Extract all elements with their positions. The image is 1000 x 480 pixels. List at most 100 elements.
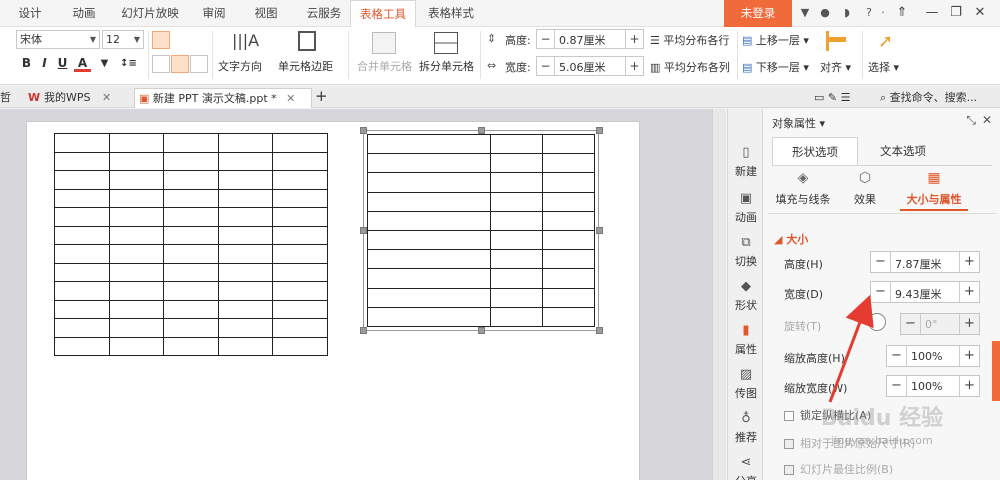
send-backward-button[interactable]: ▤ 下移一层 ▾ <box>742 59 809 75</box>
width-value[interactable]: 9.43厘米 <box>895 286 942 302</box>
panel-title[interactable]: 对象属性 ▾ <box>772 115 825 131</box>
line-spacing-icon[interactable]: ↕≡ <box>120 55 137 72</box>
height-increase-button[interactable]: + <box>959 252 979 272</box>
table-cell[interactable] <box>367 153 491 174</box>
table-cell[interactable] <box>54 244 110 264</box>
table-cell[interactable] <box>541 287 596 308</box>
list-icon[interactable]: ☰ <box>841 91 851 104</box>
height-decrease-button[interactable]: − <box>871 252 891 272</box>
table-cell[interactable] <box>163 151 219 171</box>
scale-width-value[interactable]: 100% <box>911 380 942 393</box>
table-cell[interactable] <box>489 249 543 270</box>
table-cell[interactable] <box>272 225 328 245</box>
cell-height-field[interactable]: − 0.87厘米 + <box>536 29 644 49</box>
width-field[interactable]: − 9.43厘米 + <box>870 281 980 303</box>
table-cell[interactable] <box>489 210 543 231</box>
table-cell[interactable] <box>367 191 491 212</box>
table-row[interactable] <box>367 268 596 289</box>
height-value[interactable]: 7.87厘米 <box>895 256 942 272</box>
menu-tab-animation[interactable]: 动画 <box>62 0 106 27</box>
table-cell[interactable] <box>541 210 596 231</box>
table-cell[interactable] <box>367 133 491 155</box>
table-cell[interactable] <box>163 170 219 190</box>
align-middle-icon[interactable] <box>171 55 189 73</box>
bold-button[interactable]: B <box>18 55 35 72</box>
side-item-animation[interactable]: ▣ 动画 <box>728 185 764 231</box>
table-cell[interactable] <box>54 262 110 282</box>
menu-tab-design[interactable]: 设计 <box>8 0 52 27</box>
table-cell[interactable] <box>367 249 491 270</box>
side-item-transition[interactable]: ⧉ 切换 <box>728 229 764 275</box>
scale-height-field[interactable]: − 100% + <box>886 345 980 367</box>
resize-handle[interactable] <box>360 127 367 134</box>
table-cell[interactable] <box>163 225 219 245</box>
scale-height-value[interactable]: 100% <box>911 350 942 363</box>
cell-width-increase-button[interactable]: + <box>625 57 643 75</box>
table-right[interactable] <box>367 133 596 328</box>
table-cell[interactable] <box>272 281 328 301</box>
minimize-icon[interactable]: — <box>922 3 942 23</box>
table-cell[interactable] <box>108 188 165 208</box>
doctab-presentation[interactable]: ▣ 新建 PPT 演示文稿.ppt * ✕ <box>134 88 312 108</box>
table-row[interactable] <box>367 306 596 328</box>
align-objects-button[interactable]: 对齐 ▾ <box>820 59 851 75</box>
tab-shape-options[interactable]: 形状选项 <box>772 137 858 165</box>
resize-handle[interactable] <box>596 227 603 234</box>
cell-height-decrease-button[interactable]: − <box>537 30 555 48</box>
table-cell[interactable] <box>54 207 110 227</box>
table-row[interactable] <box>367 133 596 155</box>
settings-icon[interactable]: ● <box>818 6 832 20</box>
table-cell[interactable] <box>272 170 328 190</box>
panel-pin-icon[interactable]: ⤡ <box>966 113 976 128</box>
text-direction-button[interactable]: 文字方向 <box>218 58 262 74</box>
cell-margin-button[interactable]: 单元格边距 <box>278 58 333 74</box>
table-cell[interactable] <box>108 336 165 356</box>
table-cell[interactable] <box>217 299 274 319</box>
table-cell[interactable] <box>163 244 219 264</box>
table-cell[interactable] <box>108 318 165 338</box>
table-cell[interactable] <box>108 207 165 227</box>
table-cell[interactable] <box>54 188 110 208</box>
select-button[interactable]: 选择 ▾ <box>868 59 899 75</box>
table-cell[interactable] <box>489 287 543 308</box>
table-cell[interactable] <box>489 229 543 251</box>
table-cell[interactable] <box>272 207 328 227</box>
cell-height-value[interactable]: 0.87厘米 <box>559 32 606 48</box>
table-cell[interactable] <box>217 188 274 208</box>
scale-width-increase-button[interactable]: + <box>959 376 979 396</box>
subtab-effect[interactable]: ⬡ 效果 <box>830 169 900 207</box>
underline-button[interactable]: U <box>54 55 71 72</box>
table-cell[interactable] <box>217 318 274 338</box>
scale-width-decrease-button[interactable]: − <box>887 376 907 396</box>
table-cell[interactable] <box>54 299 110 319</box>
align-left-icon[interactable] <box>152 31 170 49</box>
table-cell[interactable] <box>272 299 328 319</box>
table-cell[interactable] <box>54 318 110 338</box>
table-cell[interactable] <box>489 133 543 155</box>
menu-tab-cloud[interactable]: 云服务 <box>298 0 350 27</box>
table-left[interactable] <box>54 133 328 356</box>
table-cell[interactable] <box>272 151 328 171</box>
fullscreen-icon[interactable]: ⇑ <box>892 3 912 23</box>
table-cell[interactable] <box>489 191 543 212</box>
table-row[interactable] <box>367 287 596 308</box>
align-right-icon[interactable] <box>190 31 208 49</box>
table-row[interactable] <box>54 336 328 356</box>
table-cell[interactable] <box>541 133 596 155</box>
split-cells-button[interactable]: 拆分单元格 <box>419 58 474 74</box>
table-cell[interactable] <box>541 229 596 251</box>
table-row[interactable] <box>54 133 328 153</box>
table-cell[interactable] <box>489 268 543 289</box>
table-cell[interactable] <box>163 207 219 227</box>
side-item-new[interactable]: ▯ 新建 <box>728 139 764 185</box>
side-item-properties[interactable]: ▮ 属性 <box>728 317 764 363</box>
table-cell[interactable] <box>217 170 274 190</box>
side-item-upload-image[interactable]: ▨ 传图 <box>728 361 764 407</box>
distribute-rows-button[interactable]: ☰ 平均分布各行 <box>650 32 729 48</box>
table-row[interactable] <box>54 207 328 227</box>
table-cell[interactable] <box>108 299 165 319</box>
scale-height-decrease-button[interactable]: − <box>887 346 907 366</box>
table-cell[interactable] <box>489 306 543 328</box>
table-row[interactable] <box>54 299 328 319</box>
height-field[interactable]: − 7.87厘米 + <box>870 251 980 273</box>
